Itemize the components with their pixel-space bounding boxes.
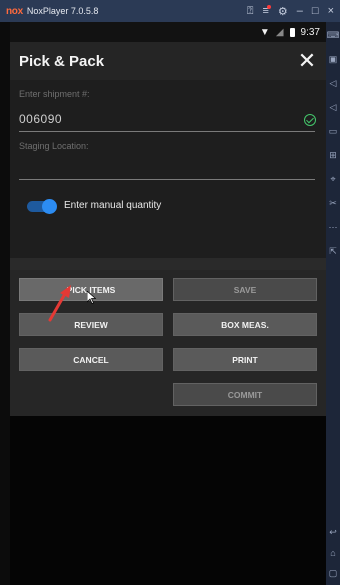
manual-quantity-toggle[interactable] <box>27 199 57 214</box>
expand-icon[interactable]: ⇱ <box>329 246 337 257</box>
emulator-window: nox NoxPlayer 7.0.5.8 ⍰ ≡ ⚙ – □ × ▼ ◢ 9:… <box>0 0 340 585</box>
empty-content-area <box>10 416 326 585</box>
emulator-toolbar: ⌨ ▣ ◁ ◁ ▭ ⊞ ⌖ ✂ ⋯ ⇱ ↩ ⌂ ▢ <box>326 22 340 585</box>
action-panel: PICK ITEMS SAVE REVIEW BOX MEAS. CANCEL … <box>10 270 326 416</box>
close-icon: ✕ <box>297 48 317 73</box>
pick-items-button[interactable]: PICK ITEMS <box>19 278 163 301</box>
minimize-icon[interactable]: – <box>297 5 303 17</box>
manual-quantity-label: Enter manual quantity <box>64 200 162 211</box>
window-controls: ⍰ ≡ ⚙ – □ × <box>247 0 334 22</box>
shipment-form: Enter shipment #: 006090 Staging Locatio… <box>10 80 326 258</box>
battery-icon <box>289 27 295 37</box>
commit-button[interactable]: COMMIT <box>173 383 317 406</box>
section-divider <box>10 258 326 270</box>
shipment-input[interactable]: 006090 <box>19 112 62 126</box>
location-icon[interactable]: ⌖ <box>330 174 335 185</box>
check-circle-icon <box>304 114 316 126</box>
close-icon[interactable]: × <box>328 5 334 17</box>
shipment-label: Enter shipment #: <box>19 89 90 99</box>
status-time: 9:37 <box>300 26 320 38</box>
home-icon[interactable]: ⌂ <box>330 548 335 558</box>
display-icon[interactable]: ▭ <box>329 126 338 137</box>
toggle-knob <box>42 199 57 214</box>
keyboard-icon[interactable]: ⌨ <box>327 30 340 41</box>
nav-buttons: ↩ ⌂ ▢ <box>329 527 338 579</box>
wifi-icon: ▼ <box>259 26 270 38</box>
page-title: Pick & Pack <box>19 52 105 70</box>
cancel-button[interactable]: CANCEL <box>19 348 163 371</box>
more-icon[interactable]: ⋯ <box>329 222 338 233</box>
help-icon[interactable]: ⍰ <box>247 5 254 18</box>
staging-input-underline <box>19 179 315 180</box>
print-button[interactable]: PRINT <box>173 348 317 371</box>
screenshot-icon[interactable]: ▣ <box>329 54 338 65</box>
android-status-bar: ▼ ◢ 9:37 <box>10 22 326 42</box>
maximize-icon[interactable]: □ <box>312 5 319 17</box>
nox-logo: nox <box>6 5 23 17</box>
apk-icon[interactable]: ⊞ <box>329 150 337 161</box>
staging-label: Staging Location: <box>19 141 89 151</box>
save-button[interactable]: SAVE <box>173 278 317 301</box>
close-button[interactable]: ✕ <box>294 48 320 74</box>
app-header: Pick & Pack ✕ <box>10 42 326 80</box>
scissor-icon[interactable]: ✂ <box>329 198 337 209</box>
emulator-title-bar: nox NoxPlayer 7.0.5.8 ⍰ ≡ ⚙ – □ × <box>0 0 340 22</box>
recents-icon[interactable]: ▢ <box>329 568 338 579</box>
box-meas-button[interactable]: BOX MEAS. <box>173 313 317 336</box>
emulator-title: NoxPlayer 7.0.5.8 <box>26 6 99 16</box>
shipment-input-underline <box>19 131 315 132</box>
back-icon[interactable]: ↩ <box>329 527 337 538</box>
volume-up-icon[interactable]: ◁ <box>330 78 337 89</box>
settings-icon[interactable]: ⚙ <box>278 5 288 18</box>
signal-icon: ◢ <box>275 26 284 38</box>
menu-icon[interactable]: ≡ <box>262 5 272 17</box>
review-button[interactable]: REVIEW <box>19 313 163 336</box>
volume-down-icon[interactable]: ◁ <box>330 102 337 113</box>
